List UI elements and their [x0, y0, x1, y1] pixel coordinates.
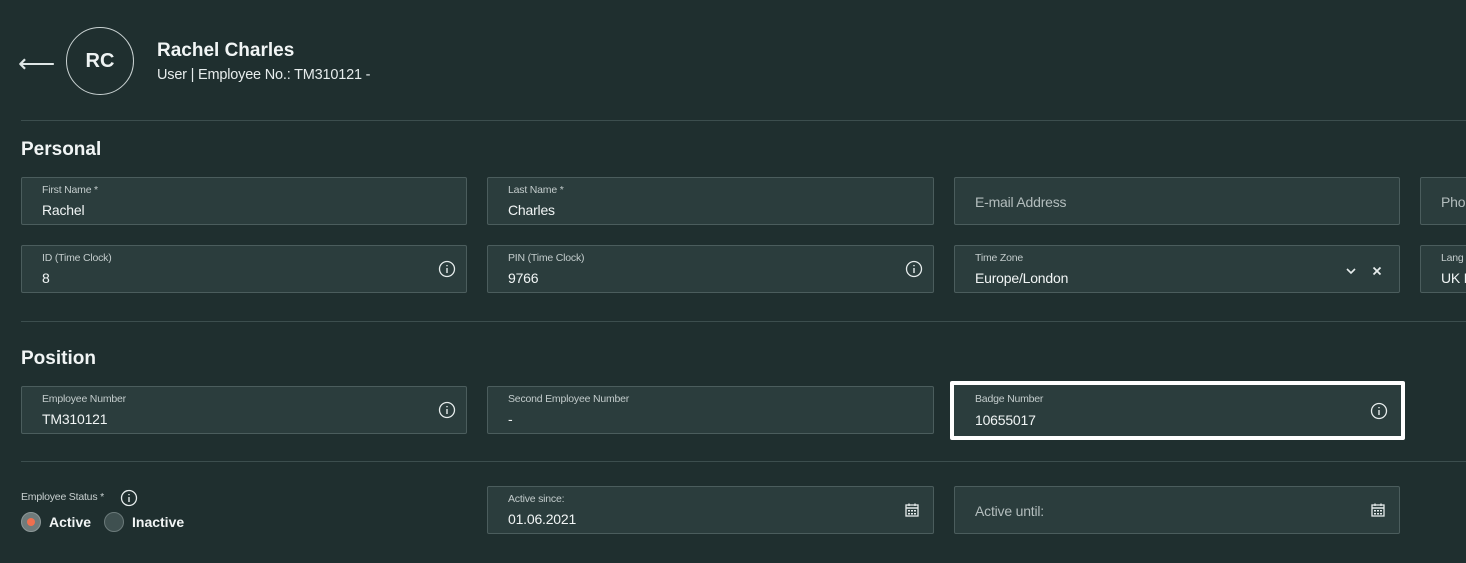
status-inactive-label[interactable]: Inactive	[132, 514, 184, 530]
status-active-radio[interactable]	[21, 512, 41, 532]
user-name: Rachel Charles	[157, 40, 295, 61]
email-field[interactable]: E-mail Address	[954, 177, 1400, 225]
info-icon[interactable]	[905, 260, 923, 278]
time-zone-select[interactable]: Time Zone Europe/London	[954, 245, 1400, 293]
field-label: Employee Number	[42, 393, 126, 405]
divider	[21, 321, 1466, 322]
field-label: Badge Number	[975, 393, 1044, 405]
field-label: Last Name *	[508, 184, 564, 196]
chevron-down-icon[interactable]	[1345, 266, 1357, 276]
field-placeholder: E-mail Address	[975, 194, 1067, 210]
calendar-icon[interactable]	[905, 503, 919, 517]
info-icon[interactable]	[120, 489, 138, 507]
status-active-label[interactable]: Active	[49, 514, 91, 530]
arrow-left-icon: ⟵	[18, 48, 56, 78]
divider	[21, 461, 1466, 462]
field-placeholder: Active until:	[975, 503, 1044, 519]
avatar-initials: RC	[85, 49, 115, 72]
status-inactive-radio[interactable]	[104, 512, 124, 532]
active-until-field[interactable]: Active until:	[954, 486, 1400, 534]
field-placeholder: Pho	[1441, 194, 1466, 210]
info-icon[interactable]	[438, 401, 456, 419]
field-label: PIN (Time Clock)	[508, 252, 585, 264]
last-name-field[interactable]: Last Name * Charles	[487, 177, 934, 225]
field-value: 8	[42, 270, 50, 286]
badge-number-field[interactable]: Badge Number 10655017	[950, 381, 1405, 440]
field-value: TM310121	[42, 411, 108, 427]
info-icon[interactable]	[1370, 402, 1388, 420]
back-button[interactable]: ⟵	[18, 46, 56, 80]
field-value: -	[508, 411, 513, 427]
field-value: 10655017	[975, 412, 1036, 428]
employee-status-label: Employee Status *	[21, 491, 104, 503]
active-since-field[interactable]: Active since: 01.06.2021	[487, 486, 934, 534]
language-select[interactable]: Lang UK E	[1420, 245, 1466, 293]
section-title-position: Position	[21, 348, 96, 369]
info-icon[interactable]	[438, 260, 456, 278]
field-value: UK E	[1441, 270, 1466, 286]
id-time-clock-field[interactable]: ID (Time Clock) 8	[21, 245, 467, 293]
first-name-field[interactable]: First Name * Rachel	[21, 177, 467, 225]
pin-time-clock-field[interactable]: PIN (Time Clock) 9766	[487, 245, 934, 293]
field-label: Time Zone	[975, 252, 1023, 264]
field-label: Second Employee Number	[508, 393, 630, 405]
field-value: Rachel	[42, 202, 85, 218]
calendar-icon[interactable]	[1371, 503, 1385, 517]
field-value: 9766	[508, 270, 539, 286]
user-subtitle: User | Employee No.: TM310121 -	[157, 67, 371, 83]
second-employee-number-field[interactable]: Second Employee Number -	[487, 386, 934, 434]
field-value: Charles	[508, 202, 555, 218]
field-value: Europe/London	[975, 270, 1069, 286]
divider	[21, 120, 1466, 121]
avatar: RC	[66, 27, 134, 95]
field-value: 01.06.2021	[508, 511, 577, 527]
phone-field[interactable]: Pho	[1420, 177, 1466, 225]
field-label: ID (Time Clock)	[42, 252, 112, 264]
close-icon[interactable]	[1371, 265, 1383, 277]
field-label: First Name *	[42, 184, 98, 196]
section-title-personal: Personal	[21, 139, 102, 160]
field-label: Active since:	[508, 493, 565, 505]
employee-number-field[interactable]: Employee Number TM310121	[21, 386, 467, 434]
field-label: Lang	[1441, 252, 1464, 264]
